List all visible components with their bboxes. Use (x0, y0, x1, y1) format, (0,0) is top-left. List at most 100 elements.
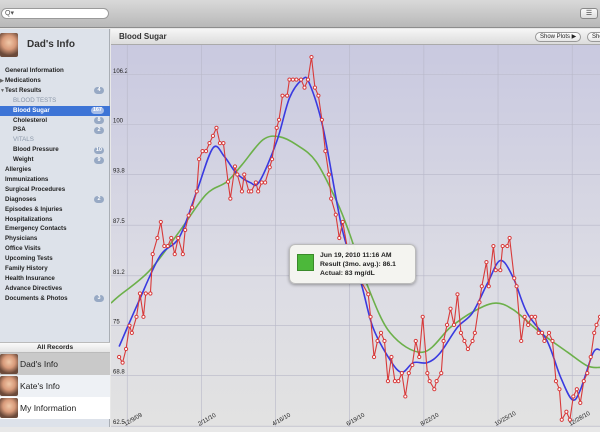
sidebar-item-label: Surgical Procedures (5, 185, 66, 193)
toolbar: Q▾ ☰ (0, 0, 600, 28)
data-point (305, 77, 311, 82)
sidebar-item[interactable]: Family History (0, 264, 110, 274)
data-point (141, 314, 146, 319)
sidebar-item-label: Documents & Photos (5, 294, 68, 302)
data-point (451, 322, 457, 327)
data-point (484, 260, 489, 265)
sidebar-item[interactable]: ▼ Test Results 4 (0, 86, 110, 96)
sidebar-item-label: Advance Directives (5, 284, 63, 292)
data-point (269, 157, 275, 162)
disclosure-collapsed-icon[interactable]: ▶ (0, 76, 4, 86)
data-point (425, 371, 430, 376)
sidebar-item[interactable]: Health Insurance (0, 274, 110, 284)
data-point (256, 189, 261, 194)
data-point (214, 125, 219, 130)
sidebar-item[interactable]: Episodes & Injuries (0, 205, 110, 215)
sidebar-item[interactable]: Surgical Procedures (0, 185, 110, 195)
x-tick-label: 6/19/10 (346, 412, 367, 427)
data-point (465, 346, 471, 352)
data-point (207, 141, 212, 146)
sidebar-item[interactable]: Documents & Photos 3 (0, 294, 110, 304)
data-point (302, 85, 307, 90)
data-point (378, 330, 384, 336)
data-point (235, 172, 240, 177)
sidebar-item-label: Weight (13, 156, 34, 164)
tooltip-actual: Actual: 83 mg/dL (320, 270, 375, 277)
sidebar-item[interactable]: Allergies (0, 165, 110, 175)
sidebar-item[interactable]: Weight 9 (0, 155, 110, 165)
data-point (472, 330, 477, 336)
data-point (217, 141, 223, 146)
sidebar-item[interactable]: General Information (0, 66, 110, 76)
x-tick-label: 10/25/10 (494, 411, 518, 427)
data-point (123, 346, 129, 352)
data-point (526, 322, 531, 327)
sidebar-item-label: General Information (5, 67, 64, 74)
data-point (329, 196, 334, 201)
x-tick-label: 4/16/10 (272, 412, 293, 427)
sidebar-item[interactable]: Diagnoses 2 (0, 195, 110, 205)
avatar (0, 398, 18, 418)
data-point (522, 314, 527, 319)
data-point (439, 371, 444, 376)
sidebar-item-label: Test Results (5, 86, 42, 94)
search-input[interactable]: Q▾ (1, 8, 109, 19)
record-item[interactable]: Dad's Info (0, 353, 110, 375)
x-tick-label: 12/9/09 (123, 412, 144, 427)
avatar (0, 354, 18, 374)
data-point (285, 93, 290, 98)
data-point (127, 323, 132, 328)
disclosure-expanded-icon[interactable]: ▼ (0, 86, 5, 96)
series-color-swatch (297, 254, 314, 271)
sidebar-item[interactable]: Upcoming Tests (0, 254, 110, 264)
record-item[interactable]: My Information (0, 397, 110, 419)
data-point (505, 243, 510, 249)
sidebar-item[interactable]: Hospitalizations (0, 215, 110, 225)
data-point (155, 235, 160, 241)
sidebar-item[interactable]: Blood Pressure 10 (0, 145, 110, 155)
show-plots-button[interactable]: Show Plots ▶ (535, 32, 582, 42)
data-point (319, 117, 324, 122)
data-point (276, 117, 282, 122)
data-point (500, 243, 505, 249)
sidebar-item[interactable]: ▶ Medications (0, 76, 110, 86)
data-point (176, 235, 181, 241)
all-records-header: All Records (0, 342, 110, 353)
data-point (392, 379, 397, 384)
show-button[interactable]: Sho (587, 32, 600, 42)
sidebar-item[interactable]: Emergency Contacts (0, 224, 110, 234)
data-point (512, 276, 517, 281)
data-point (539, 330, 545, 336)
data-point (117, 354, 122, 360)
count-badge: 8 (94, 117, 104, 124)
data-point (441, 338, 446, 344)
data-point (190, 205, 195, 210)
data-point (129, 330, 134, 336)
view-options-button[interactable]: ☰ (580, 8, 598, 19)
sidebar-item[interactable]: Office Visits (0, 244, 110, 254)
data-point (221, 141, 226, 146)
sidebar-item[interactable]: Blood Sugar 167 (0, 105, 110, 116)
sidebar-item[interactable]: Immunizations (0, 175, 110, 185)
data-point (458, 330, 464, 336)
data-point (294, 77, 299, 82)
data-point (194, 189, 199, 194)
x-tick-label: 8/22/10 (420, 412, 441, 427)
y-tick-label: 93.8 (113, 168, 125, 174)
record-name: Dad's Info (20, 359, 59, 369)
data-point (382, 338, 387, 344)
record-item[interactable]: Kate's Info (0, 375, 110, 397)
data-point (134, 314, 139, 319)
sidebar-item[interactable]: Physicians (0, 234, 110, 244)
sidebar-item[interactable]: PSA 2 (0, 125, 110, 135)
data-point (287, 77, 292, 82)
data-point (550, 338, 555, 344)
sidebar-item-label: Physicians (5, 235, 38, 243)
sidebar-item[interactable]: Cholesterol 8 (0, 116, 110, 126)
data-point (427, 379, 432, 384)
data-point (158, 219, 163, 225)
sidebar-item-label: Office Visits (5, 245, 41, 253)
sidebar-item[interactable]: Advance Directives (0, 284, 110, 294)
sidebar-section-header: BLOOD TESTS (0, 96, 110, 106)
count-badge: 167 (90, 107, 104, 115)
